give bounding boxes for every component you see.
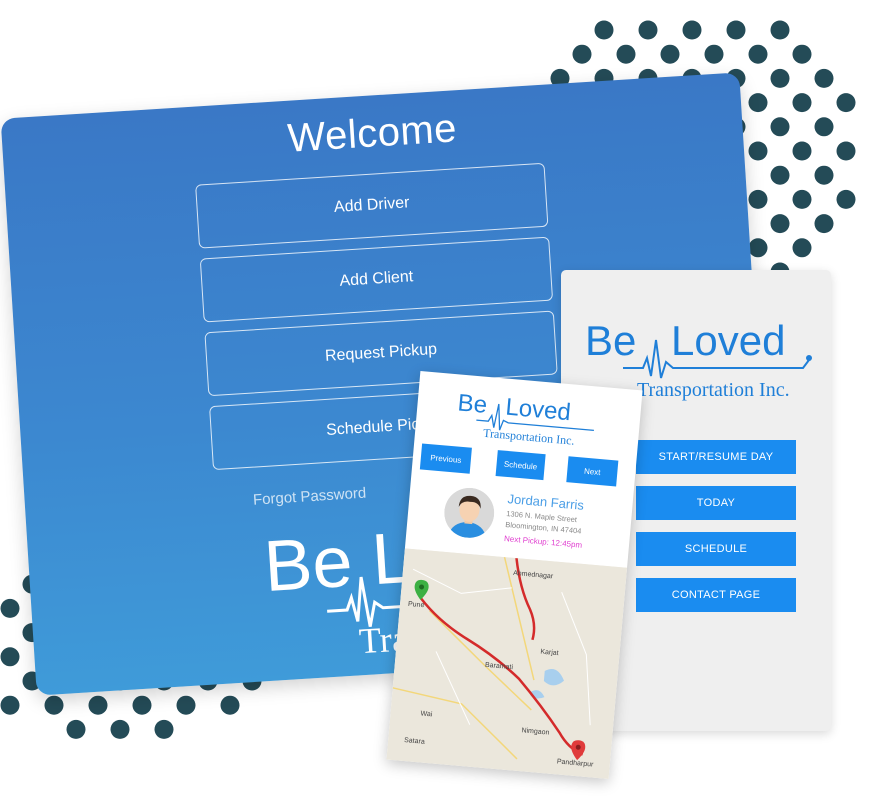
schedule-button[interactable]: SCHEDULE	[636, 532, 796, 566]
add-driver-button[interactable]: Add Driver	[195, 162, 549, 249]
route-map[interactable]: Ahmednagar Pune Baramati Karjat Wai Sata…	[386, 548, 628, 779]
client-avatar	[442, 486, 496, 540]
next-pickup-time: Next Pickup: 12:45pm	[503, 533, 583, 550]
svg-text:Be: Be	[457, 389, 489, 418]
next-button[interactable]: Next	[566, 456, 619, 487]
svg-text:Loved: Loved	[504, 394, 571, 427]
phone-schedule-button[interactable]: Schedule	[495, 450, 546, 481]
phone-client-screen: Be Loved Transportation Inc. Previous Sc…	[386, 371, 643, 779]
add-client-button[interactable]: Add Client	[199, 236, 554, 323]
svg-text:Be: Be	[585, 317, 636, 364]
svg-text:Loved: Loved	[671, 317, 785, 364]
previous-button[interactable]: Previous	[419, 443, 472, 474]
map-label-karjat: Karjat	[540, 648, 559, 658]
contact-page-button[interactable]: CONTACT PAGE	[636, 578, 796, 612]
logo-be: Be	[262, 522, 355, 607]
start-resume-day-button[interactable]: START/RESUME DAY	[636, 440, 796, 474]
forgot-password-link[interactable]: Forgot Password	[252, 485, 366, 509]
beloved-logo-phone: Be Loved Transportation Inc.	[457, 389, 594, 448]
today-button[interactable]: TODAY	[636, 486, 796, 520]
svg-text:Transportation Inc.: Transportation Inc.	[483, 426, 575, 448]
map-label-pune: Pune	[407, 600, 425, 610]
map-label-wai: Wai	[420, 710, 433, 719]
svg-text:Transportation Inc.: Transportation Inc.	[637, 379, 790, 401]
